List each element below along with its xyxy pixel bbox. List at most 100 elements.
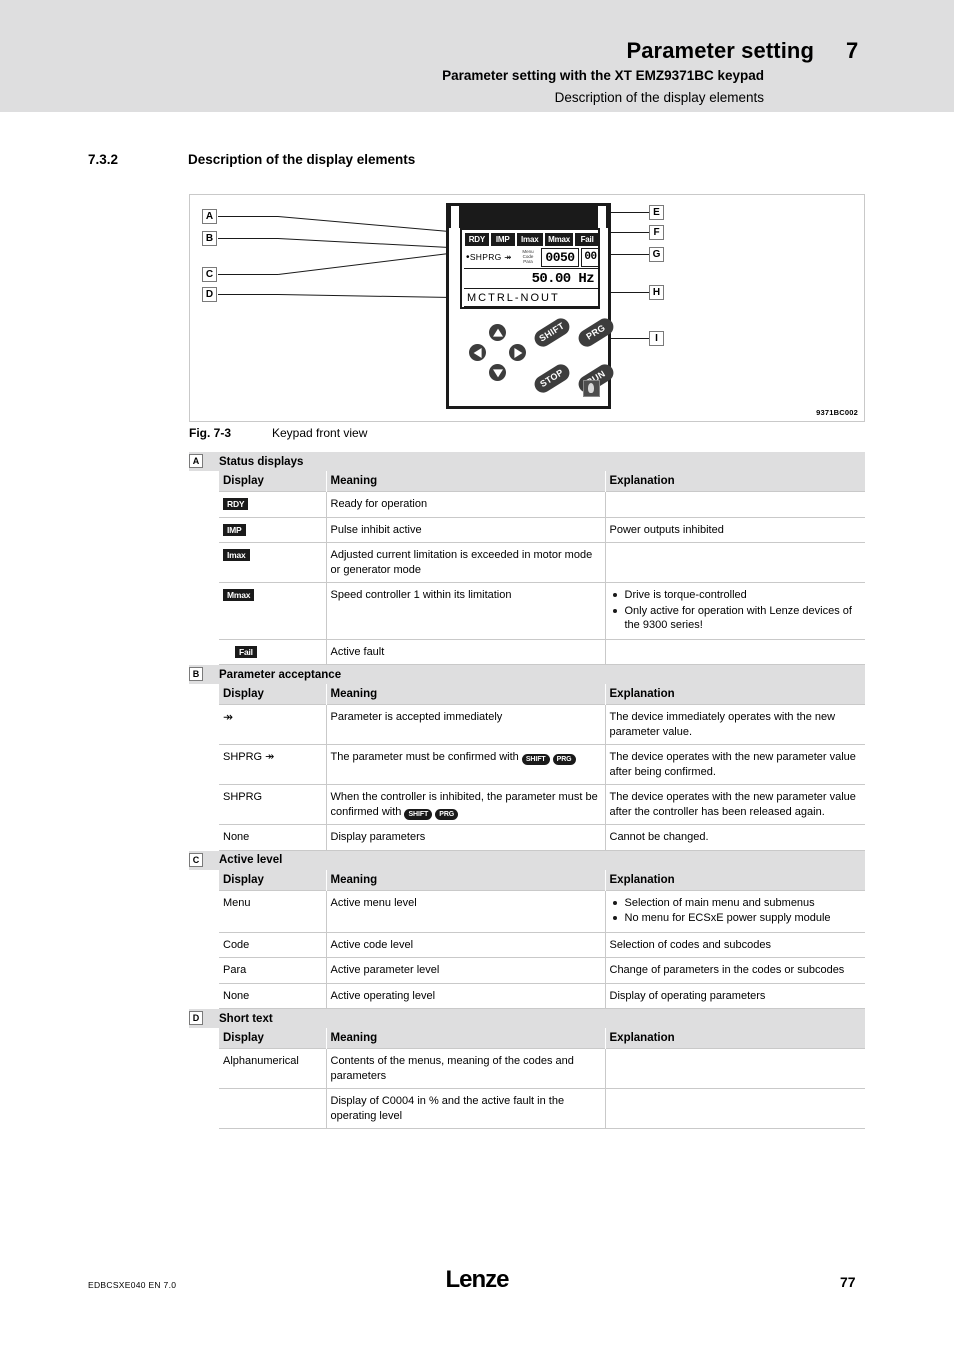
cell-meaning: Speed controller 1 within its limitation [326,582,606,639]
cell-display: RDY [219,491,327,517]
lcd-status-bar: RDY IMP Imax Mmax Fail [465,233,599,246]
cell-explanation: Cannot be changed. [605,824,865,851]
cell-meaning: Contents of the menus, meaning of the co… [326,1048,606,1089]
cell-meaning: Parameter is accepted immediately [326,704,606,745]
arrow-left-icon[interactable] [469,344,486,361]
cell-explanation: Selection of main menu and submenus No me… [605,889,865,932]
keypad-key-area: SHIFT PRG STOP RUN [457,314,617,402]
accept-arrow-icon: ↠ [223,710,234,724]
table-row: Display of C0004 in % and the active fau… [219,1088,865,1129]
table-group-c: C Active level Display Meaning Explanation Me… [189,850,865,1010]
column-header-explanation: Explanation [605,1028,865,1049]
group-title: Parameter acceptance [219,668,342,681]
shift-key[interactable]: SHIFT [531,315,573,350]
column-header-explanation: Explanation [605,471,865,492]
table-b: Display Meaning Explanation ↠ Parameter is a… [219,684,865,851]
lcd-shprg-indicator: •SHPRG ↠ [466,252,512,263]
lcd-level-indicators: Menu Code Para [516,249,540,265]
bullet-item: No menu for ECSxE power supply module [610,911,860,926]
status-badge: Imax [223,549,250,562]
cell-display [219,1088,327,1129]
lcd-parameter-row: •SHPRG ↠ Menu Code Para 0050 00 [464,248,600,268]
keypad-device: RDY IMP Imax Mmax Fail •SHPRG ↠ Menu Cod… [446,203,617,409]
table-row: RDY Ready for operation [219,491,865,517]
table-header-row: Display Meaning Explanation [219,1028,865,1049]
cell-meaning: Active code level [326,931,606,958]
cell-display: Imax [219,542,327,583]
callout-b: B [202,231,217,246]
column-header-explanation: Explanation [605,684,865,705]
lcd-value-unit: Hz [578,271,594,287]
cell-display: None [219,824,327,851]
section-number: 7.3.2 [88,152,119,167]
cell-explanation [605,542,865,583]
column-header-meaning: Meaning [326,1028,606,1049]
arrow-down-icon[interactable] [489,364,506,381]
header-title: Parameter setting [626,38,814,63]
cell-explanation [605,491,865,517]
status-chip-imp: IMP [490,233,515,246]
column-header-explanation: Explanation [605,869,865,890]
status-chip-mmax: Mmax [544,233,574,246]
shift-key-icon: SHIFT [521,754,550,765]
cell-explanation [605,638,865,665]
figure-keypad-front-view: A B C D E F G H I RDY IMP Imax Mmax Fail… [189,194,865,422]
cell-display: Code [219,931,327,958]
arrow-right-icon[interactable] [509,344,526,361]
status-badge: IMP [223,523,246,536]
column-header-meaning: Meaning [326,471,606,492]
table-group-header: A Status displays [189,452,865,471]
cell-meaning: Active menu level [326,889,606,932]
lcd-short-text: MCTRL-NOUT [464,288,598,307]
section-title: Description of the display elements [188,152,416,167]
bullet-list: Drive is torque-controlled Only active fo… [610,588,860,633]
keypad-logo-icon [583,380,600,397]
table-row: None Display parameters Cannot be changed. [219,824,865,851]
table-a: Display Meaning Explanation RDY Ready for op… [219,471,865,665]
table-row: Para Active parameter level Change of para… [219,957,865,983]
lcd-main-value: 50.00 Hz [464,268,598,287]
group-marker-a: A [189,454,203,468]
bullet-item: Only active for operation with Lenze dev… [610,604,860,633]
stop-key[interactable]: STOP [531,361,573,396]
table-group-b: B Parameter acceptance Display Meaning Expla… [189,665,865,851]
table-group-header: C Active level [189,850,865,870]
column-header-display: Display [219,471,327,492]
lcd-shprg-label: SHPRG [469,252,502,262]
figure-code: 9371BC002 [816,408,858,417]
status-badge: Fail [235,645,257,658]
cell-meaning: Ready for operation [326,491,606,517]
cell-explanation [605,1088,865,1129]
figure-caption-label: Fig. 7-3 [189,426,232,440]
column-header-display: Display [219,869,327,890]
callout-i: I [649,331,664,346]
table-row: Menu Active menu level Selection of main m… [219,889,865,932]
leader-line-a [218,216,278,217]
callout-e: E [649,205,664,220]
cell-display: Mmax [219,582,327,639]
lcd-shprg-arrow-icon: ↠ [504,252,512,262]
table-row: SHPRG ↠ The parameter must be confirmed w… [219,744,865,785]
cell-explanation: Power outputs inhibited [605,516,865,543]
table-row: Alphanumerical Contents of the menus, mea… [219,1048,865,1089]
cell-explanation: The device immediately operates with the… [605,704,865,745]
column-header-meaning: Meaning [326,869,606,890]
footer-page-number: 77 [840,1274,856,1290]
table-group-d: D Short text Display Meaning Explanation Alph… [189,1009,865,1129]
cell-explanation: The device operates with the new paramet… [605,784,865,825]
footer-logo: Lenze [445,1266,509,1293]
bullet-item: Drive is torque-controlled [610,588,860,603]
leader-line-b2 [277,238,464,249]
cell-display: Para [219,957,327,983]
keypad-notch-left [451,206,459,228]
table-row: SHPRG When the controller is inhibited, t… [219,784,865,825]
table-row: Fail Active fault [219,638,865,665]
arrow-up-icon[interactable] [489,324,506,341]
cell-meaning: Pulse inhibit active [326,516,606,543]
group-marker-c: C [189,852,203,867]
cell-meaning: Active parameter level [326,957,606,983]
group-title: Status displays [219,455,304,468]
cell-display: SHPRG [219,784,327,825]
prg-key[interactable]: PRG [575,315,617,350]
group-title: Active level [219,854,283,866]
